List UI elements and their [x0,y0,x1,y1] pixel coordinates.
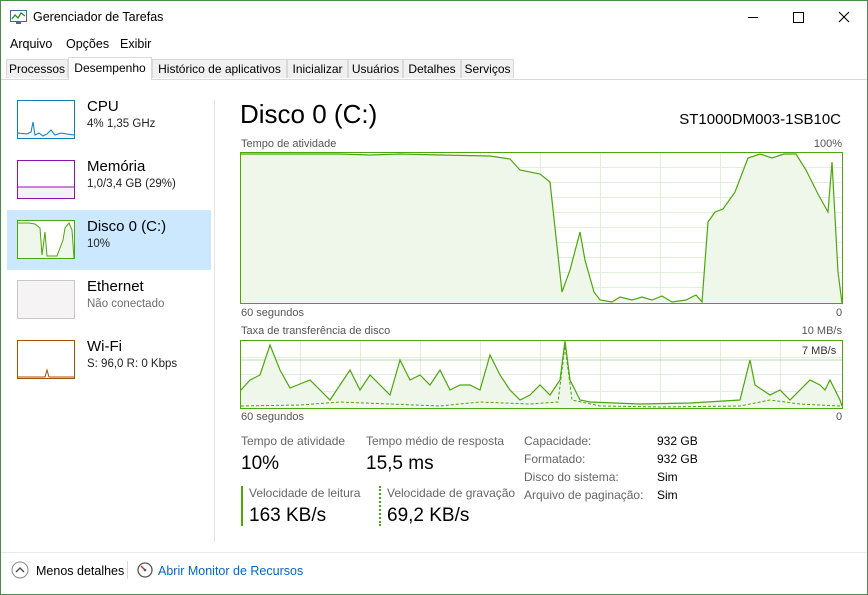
info-key-system-disk: Disco do sistema: [524,470,619,484]
sidebar-label: Disco 0 (C:) [87,218,167,235]
close-button[interactable] [821,1,867,33]
ethernet-thumbnail-graph [17,280,75,319]
sidebar-label: Memória [87,158,146,175]
activity-graph-label: Tempo de atividade [241,138,337,150]
footer-divider [1,552,867,553]
sidebar-sublabel: S: 96,0 R: 0 Kbps [87,358,178,370]
maximize-icon [793,12,804,23]
response-stat-value: 15,5 ms [366,453,434,474]
minimize-icon [748,17,758,18]
menu-opcoes[interactable]: Opções [66,37,109,51]
sidebar-item-ethernet[interactable]: Ethernet Não conectado [7,270,211,330]
less-details-button[interactable]: Menos detalhes [36,564,124,578]
menu-arquivo[interactable]: Arquivo [10,37,52,51]
info-value-system-disk: Sim [657,470,678,484]
sidebar-sublabel: 4% 1,35 GHz [87,118,156,130]
title-bar[interactable]: Gerenciador de Tarefas [1,1,867,33]
info-key-formatted: Formatado: [524,452,586,466]
menu-exibir[interactable]: Exibir [120,37,151,51]
read-speed-value: 163 KB/s [249,505,327,526]
task-manager-window: Gerenciador de Tarefas Arquivo Opções Ex… [0,0,868,595]
transfer-graph-label: Taxa de transferência de disco [241,325,391,337]
resource-sidebar: CPU 4% 1,35 GHz Memória 1,0/3,4 GB (29%)… [7,90,211,530]
sidebar-sublabel: 10% [87,238,111,250]
sidebar-label: CPU [87,98,119,115]
maximize-button[interactable] [776,1,822,33]
tab-historico[interactable]: Histórico de aplicativos [152,59,287,78]
window-title: Gerenciador de Tarefas [33,10,164,24]
info-value-capacity: 932 GB [657,434,698,448]
sidebar-label: Ethernet [87,278,144,295]
transfer-rate-graph [240,340,843,409]
read-speed-label: Velocidade de leitura [249,486,361,500]
minimize-button[interactable] [730,1,776,33]
write-speed-label: Velocidade de gravação [387,486,516,500]
menu-bar: Arquivo Opções Exibir [1,35,867,53]
transfer-graph-max: 10 MB/s [801,325,842,337]
memory-thumbnail-graph [17,160,75,199]
panel-divider [214,100,215,542]
activity-graph-time: 60 segundos [241,307,304,319]
tab-detalhes[interactable]: Detalhes [403,59,461,78]
tab-usuarios[interactable]: Usuários [348,59,403,78]
wifi-thumbnail-graph [17,340,75,379]
sidebar-item-disco[interactable]: Disco 0 (C:) 10% [7,210,211,270]
sidebar-item-wifi[interactable]: Wi-Fi S: 96,0 R: 0 Kbps [7,330,211,390]
read-speed-marker [241,486,243,526]
activity-time-graph [240,152,843,304]
disk-model: ST1000DM003-1SB10C [679,111,841,128]
transfer-graph-min: 0 [836,411,843,423]
info-value-formatted: 932 GB [657,452,698,466]
disk-title: Disco 0 (C:) [240,99,378,129]
footer-separator [127,561,128,579]
cpu-thumbnail-graph [17,100,75,139]
info-key-page-file: Arquivo de paginação: [524,488,644,502]
activity-graph-min: 0 [836,307,843,319]
close-icon [838,11,850,23]
activity-stat-value: 10% [241,453,280,474]
info-value-page-file: Sim [657,488,678,502]
transfer-graph-time: 60 segundos [241,411,304,423]
sidebar-sublabel: 1,0/3,4 GB (29%) [87,178,176,190]
transfer-graph-line-label: 7 MB/s [802,345,837,357]
sidebar-item-cpu[interactable]: CPU 4% 1,35 GHz [7,90,211,150]
tab-bar: Processos Desempenho Histórico de aplica… [1,57,867,80]
task-manager-icon [10,10,27,24]
write-speed-marker [379,486,381,526]
write-speed-value: 69,2 KB/s [387,505,470,526]
sidebar-item-memoria[interactable]: Memória 1,0/3,4 GB (29%) [7,150,211,210]
sidebar-sublabel: Não conectado [87,298,165,310]
info-key-capacity: Capacidade: [524,434,592,448]
tab-servicos[interactable]: Serviços [461,59,514,78]
disk-thumbnail-graph [17,220,75,259]
tab-processos[interactable]: Processos [6,59,68,78]
activity-stat-label: Tempo de atividade [241,434,346,448]
response-stat-label: Tempo médio de resposta [366,434,505,448]
tab-desempenho[interactable]: Desempenho [68,57,152,80]
activity-graph-max: 100% [813,138,842,150]
sidebar-label: Wi-Fi [87,338,122,355]
chevron-up-icon[interactable] [11,561,29,579]
tab-inicializar[interactable]: Inicializar [287,59,348,78]
resource-monitor-icon [137,562,153,578]
open-resource-monitor-link[interactable]: Abrir Monitor de Recursos [158,564,303,578]
